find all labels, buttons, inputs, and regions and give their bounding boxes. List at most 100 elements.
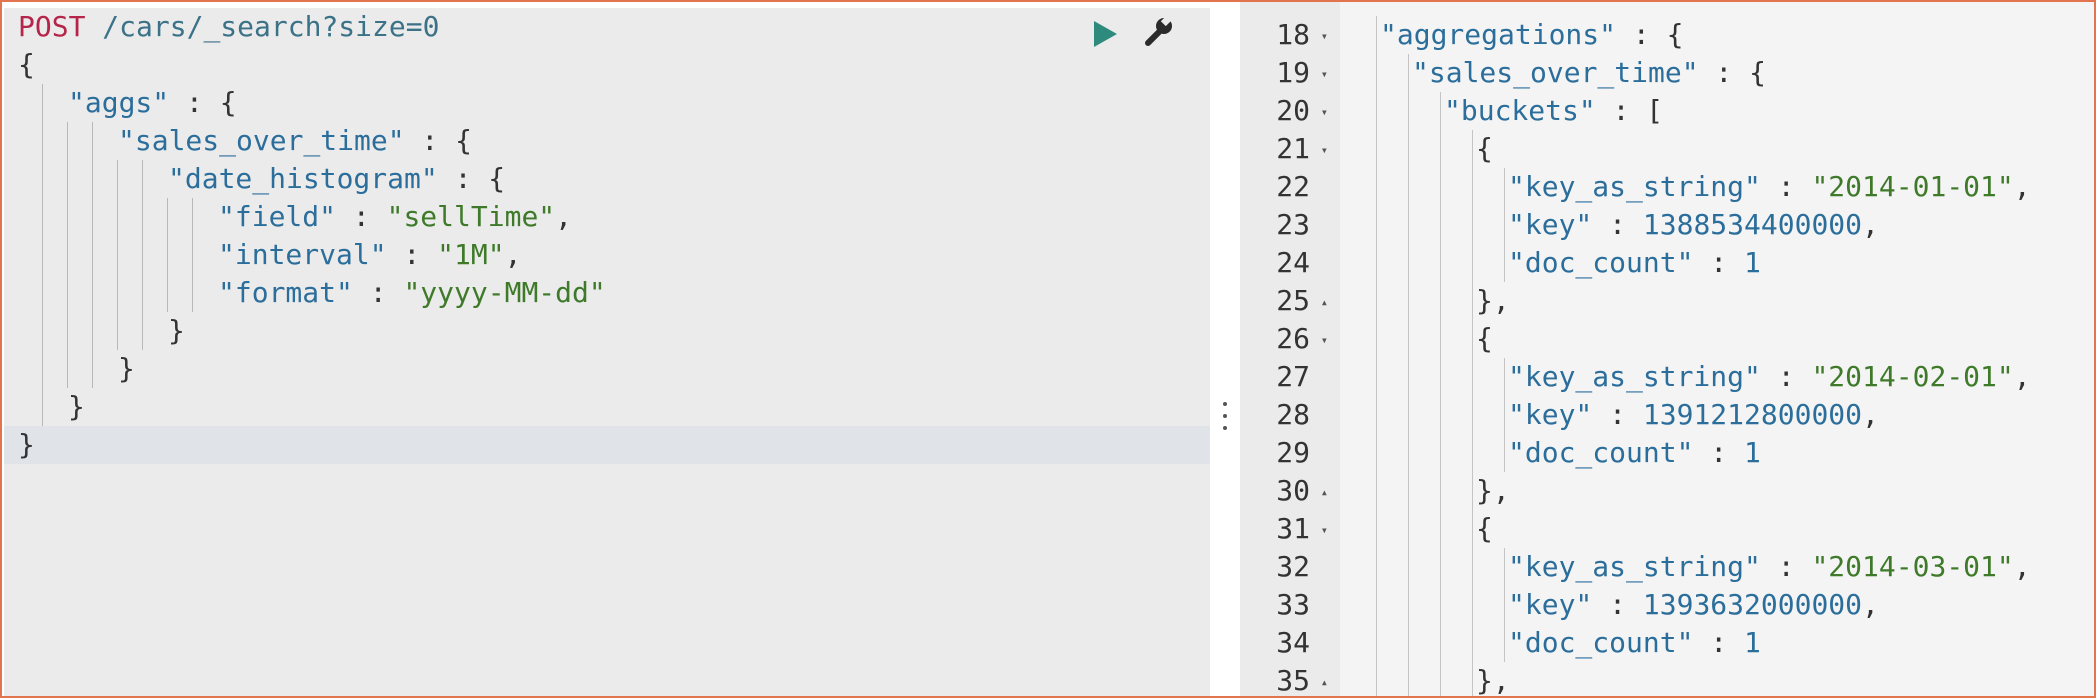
indent-guide (1472, 396, 1473, 434)
indent-guide (1472, 244, 1473, 282)
response-line-content: "sales_over_time" : { (1412, 54, 1766, 92)
indent-guide (1504, 244, 1505, 282)
line-number-cell: 32 (1240, 548, 1340, 586)
indent-guide (1504, 548, 1505, 586)
response-line-content: "doc_count" : 1 (1508, 624, 1761, 662)
line-number: 27 (1276, 360, 1310, 393)
request-line[interactable]: POST /cars/_search?size=0 (18, 8, 1210, 46)
indent-guide (1376, 130, 1377, 168)
request-line[interactable]: "interval" : "1M", (18, 236, 1210, 274)
request-line[interactable]: } (18, 388, 1210, 426)
indent-guide (1472, 168, 1473, 206)
request-line[interactable]: } (18, 312, 1210, 350)
indent-guide (42, 388, 43, 426)
json-string: "1M" (437, 238, 505, 271)
json-key: "aggregations" (1380, 18, 1617, 51)
indent-guide (1376, 396, 1377, 434)
indent-guide (42, 160, 43, 198)
request-line-content: "date_histogram" : { (168, 160, 505, 198)
indent-guide (1408, 206, 1409, 244)
indent-guide (1440, 662, 1441, 696)
fold-expand-icon[interactable]: ▴ (1321, 662, 1328, 696)
play-icon (1094, 21, 1117, 47)
fold-collapse-icon[interactable]: ▾ (1321, 320, 1328, 360)
line-number: 29 (1276, 436, 1310, 469)
indent-guide (92, 160, 93, 198)
indent-guide (1440, 130, 1441, 168)
indent-guide (167, 198, 168, 236)
line-number: 20 (1276, 94, 1310, 127)
json-number: 1 (1744, 246, 1761, 279)
fold-expand-icon[interactable]: ▴ (1321, 472, 1328, 512)
request-line-content: "field" : "sellTime", (218, 198, 572, 236)
indent-guide (1440, 206, 1441, 244)
indent-guide (1376, 662, 1377, 696)
indent-guide (1440, 434, 1441, 472)
json-string: "sellTime" (386, 200, 556, 233)
json-punctuation: : (1592, 588, 1643, 621)
line-number: 26 (1276, 322, 1310, 355)
fold-collapse-icon[interactable]: ▾ (1321, 92, 1328, 132)
indent-guide (192, 274, 193, 312)
request-settings-button[interactable] (1140, 14, 1176, 50)
json-punctuation: , (2013, 170, 2031, 203)
response-line-content: "aggregations" : { (1380, 16, 1683, 54)
response-line-content: "key_as_string" : "2014-03-01", (1508, 548, 2031, 586)
request-line[interactable]: } (18, 350, 1210, 388)
line-number-cell: 20 ▾ (1240, 92, 1340, 130)
indent-guide (92, 122, 93, 160)
json-key: "buckets" (1444, 94, 1596, 127)
response-line: "aggregations" : { (1340, 16, 2094, 54)
indent-guide (1376, 586, 1377, 624)
json-key: "doc_count" (1508, 626, 1694, 659)
fold-collapse-icon[interactable]: ▾ (1321, 130, 1328, 170)
request-line[interactable]: "aggs" : { (18, 84, 1210, 122)
fold-expand-icon[interactable]: ▴ (1321, 282, 1328, 322)
indent-guide (1408, 510, 1409, 548)
indent-guide (42, 84, 43, 122)
fold-collapse-icon[interactable]: ▾ (1321, 16, 1328, 56)
fold-collapse-icon[interactable]: ▾ (1321, 510, 1328, 550)
request-line[interactable]: "sales_over_time" : { (18, 122, 1210, 160)
indent-guide (67, 236, 68, 274)
request-code[interactable]: POST /cars/_search?size=0 { "aggs" : {"sa… (4, 8, 1210, 464)
indent-guide (1440, 282, 1441, 320)
run-request-button[interactable] (1090, 18, 1120, 50)
response-line: }, (1340, 472, 2094, 510)
indent-guide (1472, 434, 1473, 472)
request-line-content: { (18, 46, 35, 84)
response-line-content: }, (1476, 472, 1510, 510)
request-line[interactable]: "format" : "yyyy-MM-dd" (18, 274, 1210, 312)
request-line-active[interactable]: } (4, 426, 1210, 464)
indent-guide (92, 350, 93, 388)
json-punctuation: { (18, 48, 35, 81)
line-number: 22 (1276, 170, 1310, 203)
json-key: "key_as_string" (1508, 550, 1761, 583)
response-line: "key" : 1391212800000, (1340, 396, 2094, 434)
response-line-content: "key" : 1393632000000, (1508, 586, 1879, 624)
request-line[interactable]: { (18, 46, 1210, 84)
json-punctuation: : (1693, 436, 1745, 469)
line-number-cell: 30 ▴ (1240, 472, 1340, 510)
request-line-content: "aggs" : { (68, 84, 237, 122)
indent-guide (1408, 168, 1409, 206)
fold-collapse-icon[interactable]: ▾ (1321, 54, 1328, 94)
json-key: "doc_count" (1508, 436, 1694, 469)
request-editor[interactable]: POST /cars/_search?size=0 { "aggs" : {"sa… (4, 8, 1210, 696)
json-punctuation: } (18, 428, 35, 461)
indent-guide (1376, 16, 1377, 54)
response-line: }, (1340, 662, 2094, 697)
indent-guide (42, 122, 43, 160)
panel-resize-handle[interactable] (1210, 8, 1240, 696)
indent-guide (1440, 168, 1441, 206)
json-punctuation: }, (1476, 664, 1510, 697)
line-number: 32 (1276, 550, 1310, 583)
response-viewer[interactable]: "aggregations" : {"sales_over_time" : {"… (1340, 2, 2094, 697)
indent-guide (92, 312, 93, 350)
indent-guide (142, 198, 143, 236)
request-line[interactable]: "field" : "sellTime", (18, 198, 1210, 236)
json-punctuation: , (1862, 588, 1879, 621)
line-number-cell: 19 ▾ (1240, 54, 1340, 92)
request-line[interactable]: "date_histogram" : { (18, 160, 1210, 198)
response-line: { (1340, 510, 2094, 548)
